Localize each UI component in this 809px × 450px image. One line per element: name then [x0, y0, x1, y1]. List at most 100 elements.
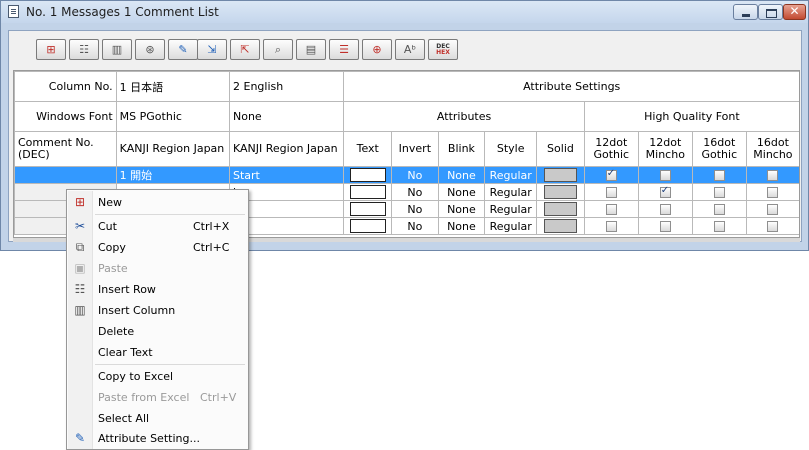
mincho-12-checkbox[interactable] — [637, 183, 693, 201]
blink-header: Blink — [437, 131, 486, 167]
edit-button[interactable]: ▤ — [296, 39, 326, 60]
close-button[interactable]: ✕ — [783, 4, 806, 20]
region-column-1: KANJI Region Japan — [115, 131, 231, 167]
gothic-12-checkbox[interactable] — [583, 217, 639, 235]
mincho-12-header: 12dot Mincho — [637, 131, 693, 167]
menu-item-insert-row[interactable]: ☷ Insert Row — [68, 279, 247, 300]
list-icon: ☰ — [339, 43, 349, 56]
windows-font-header: Windows Font — [14, 101, 117, 132]
attribute-setting-button[interactable]: ✎ — [168, 39, 198, 60]
gothic-16-checkbox[interactable] — [691, 200, 747, 218]
mincho-12-checkbox[interactable] — [637, 217, 693, 235]
new-row-icon: ⊞ — [74, 195, 86, 209]
font-column-1[interactable]: MS PGothic — [115, 101, 231, 132]
list-button[interactable]: ☰ — [329, 39, 359, 60]
style-cell[interactable]: Regular — [484, 217, 538, 235]
text-color-cell[interactable] — [343, 166, 393, 184]
attribute-setting-icon: ✎ — [74, 431, 86, 445]
mincho-12-checkbox[interactable] — [637, 166, 693, 184]
invert-cell[interactable]: No — [391, 183, 439, 201]
column-no-header: Column No. — [14, 71, 117, 102]
japanese-cell[interactable]: 1 開始 — [115, 166, 231, 184]
table-row[interactable]: 1 開始 Start No None Regular — [14, 166, 799, 184]
scissors-icon: ✂ — [74, 219, 86, 233]
context-menu: ⊞ New ✂ Cut Ctrl+X ⧉ Copy Ctrl+C ▣ Paste… — [66, 189, 249, 450]
blink-cell[interactable]: None — [437, 183, 486, 201]
mincho-16-checkbox[interactable] — [745, 217, 799, 235]
comment-no-header: Comment No. (DEC) — [14, 131, 117, 167]
export-button[interactable]: ⇱ — [230, 39, 260, 60]
invert-cell[interactable]: No — [391, 217, 439, 235]
blink-cell[interactable]: None — [437, 217, 486, 235]
toolbar: ⊞ ☷ ▥ ⊛ ✎ ⇲ ⇱ ⌕ ▤ ☰ ⊕ Aᵇ DEC HEX — [9, 31, 801, 65]
blink-cell[interactable]: None — [437, 200, 486, 218]
gothic-16-checkbox[interactable] — [691, 217, 747, 235]
menu-item-cut[interactable]: ✂ Cut Ctrl+X — [68, 216, 247, 237]
mincho-16-checkbox[interactable] — [745, 183, 799, 201]
mincho-16-checkbox[interactable] — [745, 166, 799, 184]
solid-cell[interactable] — [536, 200, 585, 218]
new-row-button[interactable]: ⊞ — [36, 39, 66, 60]
gothic-16-checkbox[interactable] — [691, 183, 747, 201]
paste-icon: ▣ — [74, 261, 86, 275]
menu-item-insert-column[interactable]: ▥ Insert Column — [68, 300, 247, 321]
dec-hex-button[interactable]: DEC HEX — [428, 39, 458, 60]
import-button[interactable]: ⇲ — [197, 39, 227, 60]
menu-item-clear-text[interactable]: Clear Text — [68, 342, 247, 363]
invert-cell[interactable]: No — [391, 166, 439, 184]
mincho-16-header: 16dot Mincho — [745, 131, 799, 167]
attribute-settings-header: Attribute Settings — [343, 71, 799, 102]
mincho-16-checkbox[interactable] — [745, 200, 799, 218]
style-cell[interactable]: Regular — [484, 183, 538, 201]
menu-item-copy-to-excel[interactable]: Copy to Excel — [68, 366, 247, 387]
insert-row-button[interactable]: ☷ — [69, 39, 99, 60]
insert-column-button[interactable]: ▥ — [102, 39, 132, 60]
menu-item-new[interactable]: ⊞ New — [68, 192, 247, 213]
column-2-header[interactable]: 2 English — [228, 71, 345, 102]
minimize-button[interactable] — [733, 4, 758, 20]
edit-icon: ▤ — [305, 43, 317, 56]
menu-item-paste[interactable]: ▣ Paste — [68, 258, 247, 279]
search-button[interactable]: ⌕ — [263, 39, 293, 60]
column-1-header[interactable]: 1 日本語 — [115, 71, 231, 102]
text-color-cell[interactable] — [343, 200, 393, 218]
menu-item-attribute-setting[interactable]: ✎ Attribute Setting... — [68, 428, 247, 449]
solid-cell[interactable] — [536, 183, 585, 201]
text-color-cell[interactable] — [343, 183, 393, 201]
font-button[interactable]: Aᵇ — [395, 39, 425, 60]
export-icon: ⇱ — [240, 43, 250, 56]
attribute-setting-icon: ✎ — [178, 43, 188, 56]
style-header: Style — [484, 131, 538, 167]
find-button[interactable]: ⊛ — [135, 39, 165, 60]
gothic-16-checkbox[interactable] — [691, 166, 747, 184]
attributes-header: Attributes — [343, 101, 585, 132]
gothic-12-checkbox[interactable] — [583, 183, 639, 201]
menu-item-delete[interactable]: Delete — [68, 321, 247, 342]
menu-item-select-all[interactable]: Select All — [68, 408, 247, 429]
text-header: Text — [343, 131, 393, 167]
maximize-button[interactable] — [758, 4, 783, 20]
search-icon: ⌕ — [274, 43, 282, 56]
close-icon: ✕ — [789, 4, 800, 18]
english-cell[interactable]: Start — [228, 166, 345, 184]
text-color-cell[interactable] — [343, 217, 393, 235]
mincho-12-checkbox[interactable] — [637, 200, 693, 218]
new-row-icon: ⊞ — [46, 43, 56, 56]
add-comment-button[interactable]: ⊕ — [362, 39, 392, 60]
style-cell[interactable]: Regular — [484, 200, 538, 218]
invert-cell[interactable]: No — [391, 200, 439, 218]
row-header[interactable] — [14, 166, 117, 184]
high-quality-font-header: High Quality Font — [583, 101, 799, 132]
solid-cell[interactable] — [536, 166, 585, 184]
gothic-12-checkbox[interactable] — [583, 200, 639, 218]
menu-separator — [95, 364, 245, 365]
gothic-12-checkbox[interactable] — [583, 166, 639, 184]
font-column-2[interactable]: None — [228, 101, 345, 132]
style-cell[interactable]: Regular — [484, 166, 538, 184]
blink-cell[interactable]: None — [437, 166, 486, 184]
menu-item-copy[interactable]: ⧉ Copy Ctrl+C — [68, 237, 247, 258]
solid-cell[interactable] — [536, 217, 585, 235]
title-bar[interactable]: No. 1 Messages 1 Comment List ✕ — [1, 1, 808, 23]
insert-row-icon: ☷ — [79, 43, 89, 56]
menu-item-paste-from-excel[interactable]: Paste from Excel Ctrl+V — [68, 387, 247, 408]
